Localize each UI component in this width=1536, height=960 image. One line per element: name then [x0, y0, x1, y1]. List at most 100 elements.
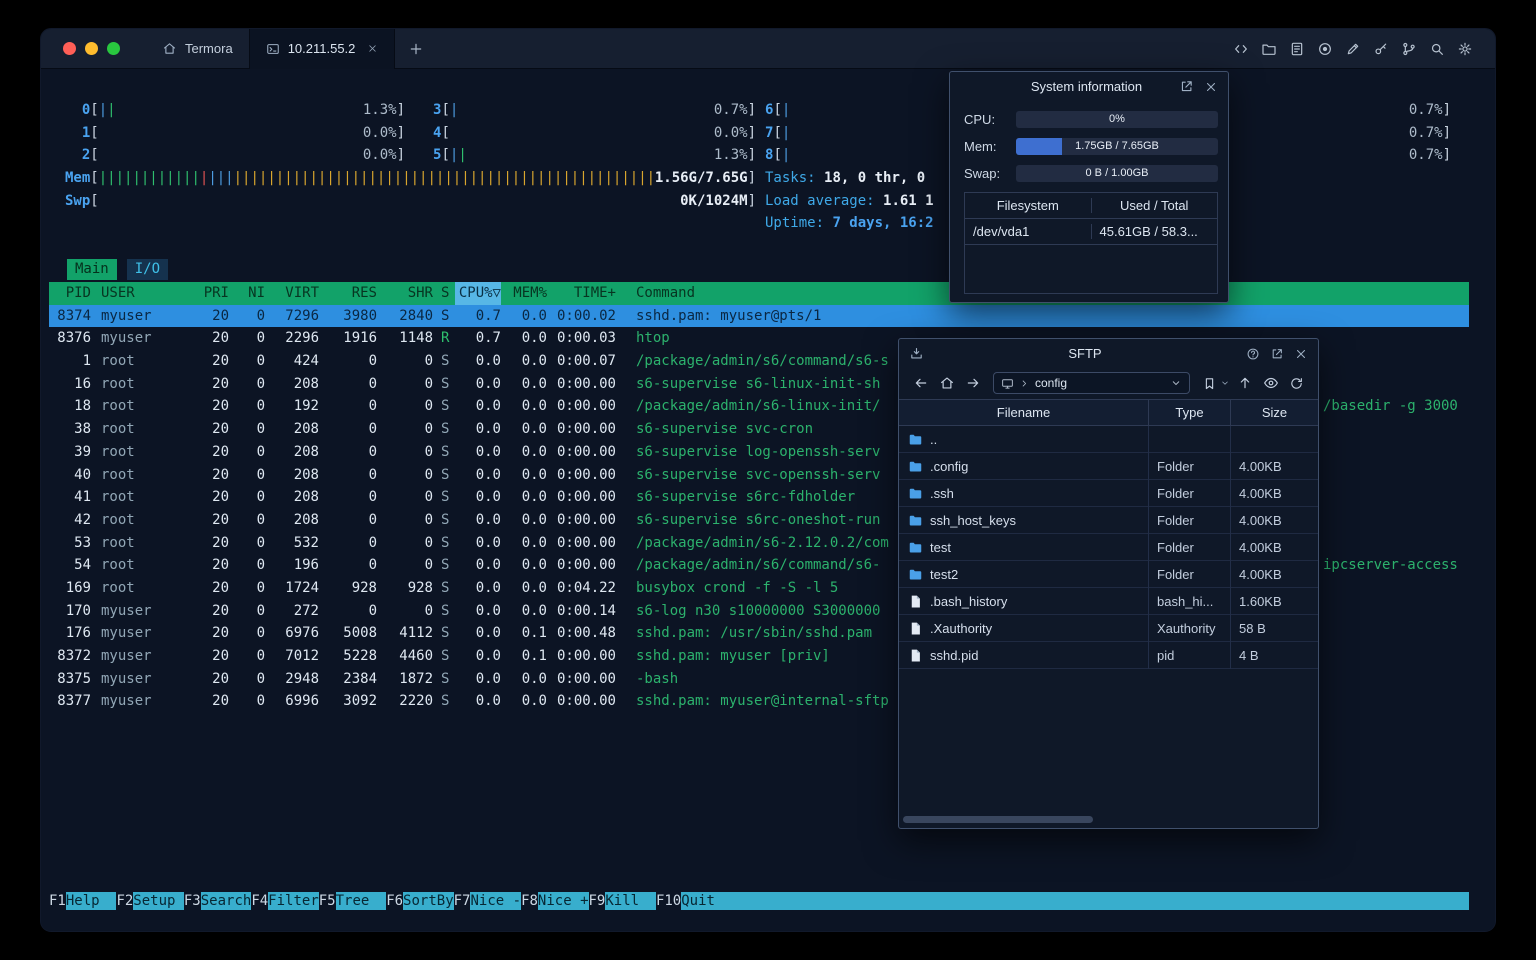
log-icon[interactable]	[1289, 41, 1305, 57]
column-header-time[interactable]: TIME+	[547, 282, 616, 305]
mem-meter-value: 1.56G/7.65G	[654, 170, 748, 187]
git-branch-icon[interactable]	[1401, 41, 1417, 57]
cell-pri: 20	[212, 421, 229, 438]
filesystem-row[interactable]: /dev/vda1 45.61GB / 58.3...	[965, 219, 1217, 245]
fn-key: F10	[655, 893, 682, 909]
file-row-Xauthority[interactable]: .Xauthority Xauthority 58 B	[899, 615, 1318, 642]
forward-button[interactable]	[960, 375, 986, 391]
cell-cpu: 0.0	[475, 353, 501, 370]
fn-button-sortby[interactable]: F6 SortBy	[386, 892, 454, 910]
chevron-down-icon[interactable]	[1170, 377, 1182, 389]
file-row-ssh-host-keys[interactable]: ssh_host_keys Folder 4.00KB	[899, 507, 1318, 534]
open-in-new-window-icon[interactable]	[1179, 79, 1194, 94]
horizontal-scrollbar[interactable]	[903, 816, 1093, 823]
htop-tab-main[interactable]: Main	[67, 259, 117, 280]
cell-shr: 1148	[399, 330, 433, 347]
file-row-test[interactable]: test Folder 4.00KB	[899, 534, 1318, 561]
fn-button-nice-[interactable]: F8 Nice +	[521, 892, 589, 910]
new-tab-button[interactable]	[408, 41, 424, 57]
record-icon[interactable]	[1317, 41, 1333, 57]
search-icon[interactable]	[1429, 41, 1445, 57]
cell-virt: 7012	[285, 648, 319, 664]
column-header-pid[interactable]: PID	[49, 282, 91, 305]
fn-button-help[interactable]: F1 Help	[49, 892, 117, 910]
code-icon[interactable]	[1233, 41, 1249, 57]
fn-button-nice-[interactable]: F7 Nice -	[454, 892, 522, 910]
refresh-button[interactable]	[1284, 376, 1309, 391]
tab-home[interactable]: Termora	[146, 29, 249, 69]
file-row-config[interactable]: .config Folder 4.00KB	[899, 453, 1318, 480]
cell-s: S	[441, 353, 450, 370]
cell-user: root	[101, 353, 135, 370]
cell-shr: 0	[424, 511, 433, 528]
minimize-window-button[interactable]	[85, 42, 98, 55]
zoom-window-button[interactable]	[107, 42, 120, 55]
close-tab-icon[interactable]	[367, 43, 378, 54]
file-row-[interactable]: ..	[899, 426, 1318, 453]
sysinfo-title: System information	[1030, 79, 1143, 94]
tab-session[interactable]: 10.211.55.2	[248, 29, 396, 69]
sftp-column-type[interactable]: Type	[1149, 400, 1231, 426]
column-header-virt[interactable]: VIRT	[265, 282, 319, 305]
file-row-ssh[interactable]: .ssh Folder 4.00KB	[899, 480, 1318, 507]
file-row-sshd-pid[interactable]: sshd.pid pid 4 B	[899, 642, 1318, 669]
cell-pid: 38	[74, 421, 91, 438]
folder-icon[interactable]	[1261, 41, 1277, 57]
transfers-icon[interactable]	[909, 346, 924, 361]
help-icon[interactable]	[1246, 347, 1260, 361]
file-icon	[908, 594, 923, 609]
folder-icon	[908, 486, 923, 501]
cell-shr: 0	[424, 443, 433, 460]
path-breadcrumb[interactable]: config	[993, 372, 1190, 394]
cell-mem: 0.1	[521, 648, 547, 664]
sftp-column-size[interactable]: Size	[1231, 400, 1318, 426]
cpu-usage-label: CPU:	[964, 111, 996, 127]
bookmark-dropdown-icon[interactable]	[1218, 378, 1232, 388]
file-row-bash-history[interactable]: .bash_history bash_hi... 1.60KB	[899, 588, 1318, 615]
fn-button-tree[interactable]: F5 Tree	[318, 892, 387, 910]
file-row-test2[interactable]: test2 Folder 4.00KB	[899, 561, 1318, 588]
fn-button-quit[interactable]: F10 Quit	[656, 892, 732, 910]
fn-button-kill[interactable]: F9 Kill	[589, 892, 656, 910]
file-name: .Xauthority	[930, 621, 993, 636]
cell-pid: 16	[74, 375, 91, 392]
key-icon[interactable]	[1373, 41, 1389, 57]
home-directory-button[interactable]	[934, 375, 960, 391]
settings-icon[interactable]	[1457, 41, 1473, 57]
up-directory-button[interactable]	[1232, 375, 1258, 391]
htop-tab-i-o[interactable]: I/O	[126, 259, 169, 280]
column-header-user[interactable]: USER	[101, 282, 201, 305]
fn-label: Kill	[605, 892, 656, 910]
cell-ni: 0	[256, 489, 265, 506]
swap-meter-value: 0K/1024M	[680, 192, 748, 209]
edit-icon[interactable]	[1345, 41, 1361, 57]
column-header-pri[interactable]: PRI	[201, 282, 229, 305]
current-directory: config	[1035, 376, 1068, 390]
column-header-mem[interactable]: MEM%	[501, 282, 547, 305]
column-header-s[interactable]: S	[441, 282, 455, 305]
column-header-res[interactable]: RES	[319, 282, 377, 305]
column-header-ni[interactable]: NI	[229, 282, 265, 305]
swap-usage-bar: 0 B / 1.00GB	[1016, 164, 1218, 182]
close-window-button[interactable]	[63, 42, 76, 55]
sftp-column-filename[interactable]: Filename	[899, 400, 1149, 426]
fn-button-search[interactable]: F3 Search	[184, 892, 252, 910]
close-panel-icon[interactable]	[1294, 347, 1308, 361]
cpu-meter-label: 4	[433, 124, 442, 141]
column-header-shr[interactable]: SHR	[377, 282, 433, 305]
cell-s: S	[441, 466, 450, 483]
fn-button-setup[interactable]: F2 Setup	[116, 892, 184, 910]
open-in-new-window-icon[interactable]	[1270, 347, 1284, 361]
fs-column-filesystem: Filesystem	[965, 198, 1092, 213]
fn-key: F5	[318, 893, 336, 909]
process-row-8374[interactable]: 8374 myuser 20 0 7296 3980 2840 S 0.7 0.0 0:00.02 s…	[49, 304, 1469, 328]
sftp-title: SFTP	[1068, 346, 1102, 361]
cell-cpu: 0.0	[475, 670, 501, 687]
file-name: ssh_host_keys	[930, 513, 1016, 528]
close-panel-icon[interactable]	[1204, 80, 1218, 94]
back-button[interactable]	[908, 375, 934, 391]
folder-icon	[908, 432, 923, 447]
column-header-cpu[interactable]: CPU%▽	[455, 282, 501, 305]
fn-button-filter[interactable]: F4 Filter	[251, 892, 319, 910]
show-hidden-files-button[interactable]	[1258, 375, 1284, 391]
